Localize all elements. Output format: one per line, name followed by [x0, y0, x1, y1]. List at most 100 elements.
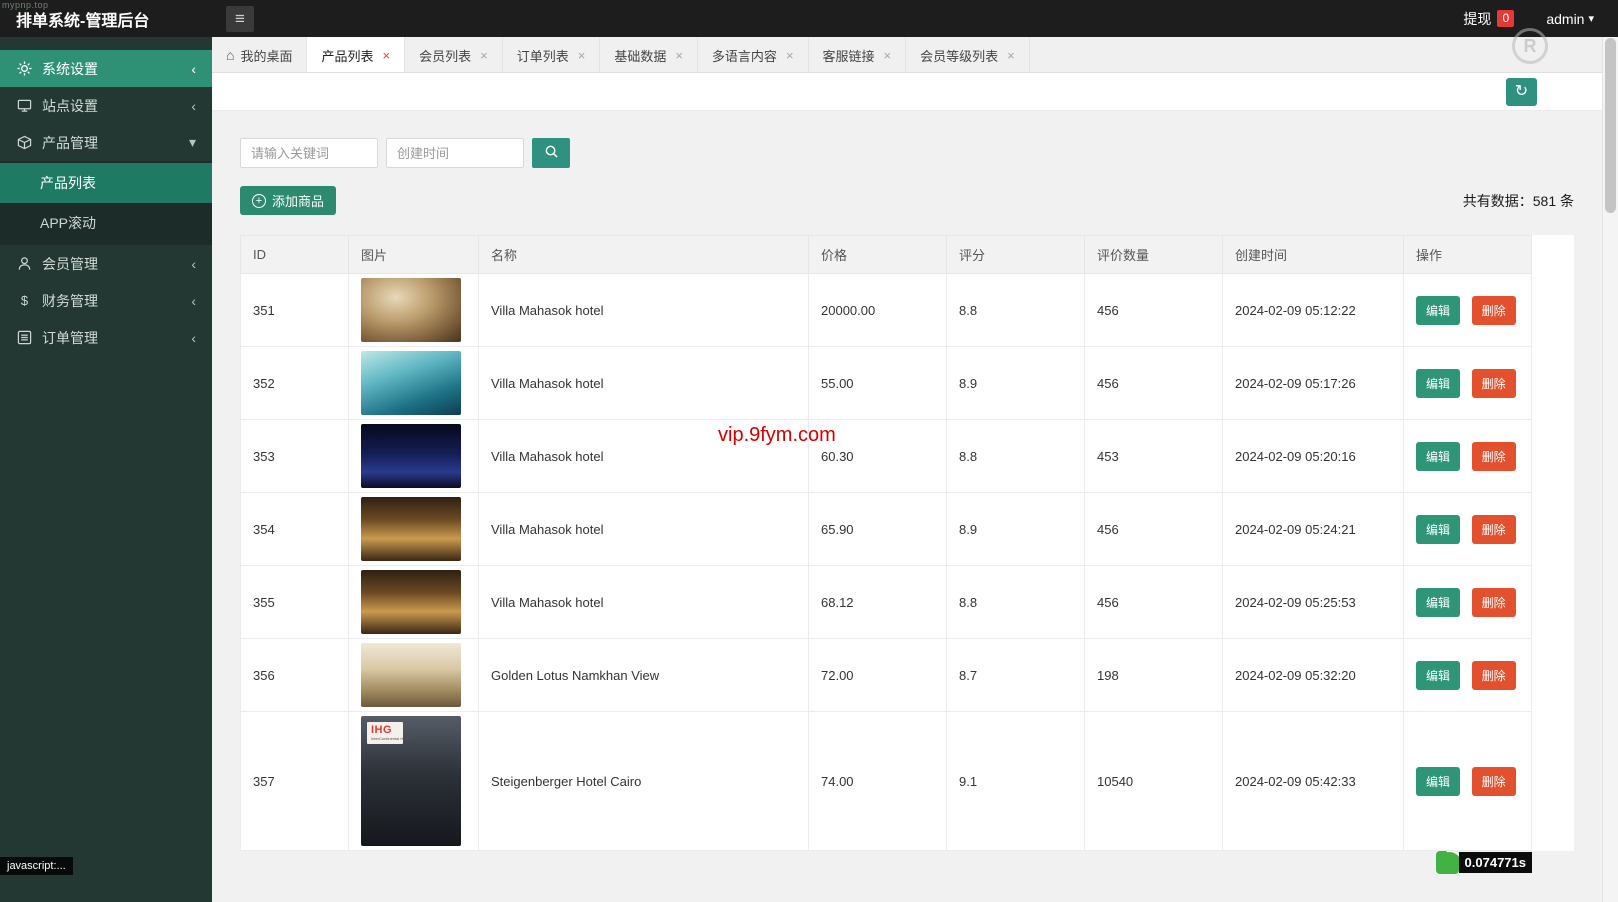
status-link-tooltip: javascript:... [0, 857, 73, 875]
close-icon[interactable]: × [786, 48, 794, 63]
column-header-id: ID [241, 236, 349, 274]
app-title: 排单系统-管理后台 [0, 7, 212, 31]
delete-button[interactable]: 删除 [1472, 588, 1516, 617]
sidebar-item-product-list[interactable]: 产品列表 [0, 163, 212, 203]
tab[interactable]: ⌂ 产品列表 × [307, 37, 405, 73]
close-icon[interactable]: × [1007, 48, 1015, 63]
create-time-input[interactable] [386, 138, 524, 168]
product-thumbnail[interactable] [361, 643, 461, 707]
tab[interactable]: ⌂ 基础数据 × [600, 37, 698, 73]
vertical-scrollbar[interactable] [1602, 37, 1618, 902]
delete-button[interactable]: 删除 [1472, 442, 1516, 471]
sidebar-item-label: 订单管理 [42, 328, 98, 348]
keyword-input[interactable] [240, 138, 378, 168]
cell-image [349, 639, 479, 712]
sidebar-item-label: 系统设置 [42, 59, 98, 79]
edit-button[interactable]: 编辑 [1416, 369, 1460, 398]
close-icon[interactable]: × [480, 48, 488, 63]
add-product-label: 添加商品 [272, 191, 324, 210]
cell-id: 357 [241, 712, 349, 851]
speed-icon [1436, 851, 1459, 874]
product-table: ID 图片 名称 价格 评分 评价数量 创建时间 操作 351 [240, 235, 1532, 851]
add-product-button[interactable]: + 添加商品 [240, 186, 336, 215]
sidebar-item-label: 财务管理 [42, 291, 98, 311]
edit-button[interactable]: 编辑 [1416, 661, 1460, 690]
table-row: 353 Villa Mahasok hotel 60.30 8.8 [241, 420, 1532, 493]
sidebar-item-site-settings[interactable]: 站点设置 ‹ [0, 87, 212, 124]
sidebar: 系统设置 ‹ 站点设置 ‹ 产品管理 ▾ 产品列表 APP滚动 会员管理 ‹ $… [0, 37, 212, 902]
search-button[interactable] [532, 138, 570, 168]
delete-button[interactable]: 删除 [1472, 661, 1516, 690]
tab[interactable]: ⌂ 会员等级列表 × [906, 37, 1030, 73]
delete-button[interactable]: 删除 [1472, 515, 1516, 544]
product-submenu: 产品列表 APP滚动 [0, 161, 212, 245]
menu-toggle-button[interactable]: ≡ [226, 6, 254, 32]
sidebar-item-label: 站点设置 [42, 96, 98, 116]
tab[interactable]: ⌂ 订单列表 × [503, 37, 601, 73]
cell-score: 8.9 [947, 347, 1085, 420]
close-icon[interactable]: × [675, 48, 683, 63]
tab-label: 基础数据 [614, 46, 666, 65]
delete-button[interactable]: 删除 [1472, 767, 1516, 796]
delete-button[interactable]: 删除 [1472, 369, 1516, 398]
refresh-button[interactable]: ↻ [1506, 78, 1537, 106]
product-thumbnail[interactable] [361, 497, 461, 561]
cell-score: 8.8 [947, 420, 1085, 493]
product-thumbnail[interactable]: IHG InterContinental Hotel [361, 716, 461, 846]
delete-button[interactable]: 删除 [1472, 296, 1516, 325]
product-thumbnail[interactable] [361, 278, 461, 342]
sidebar-item-system-settings[interactable]: 系统设置 ‹ [0, 50, 212, 87]
column-header-image: 图片 [349, 236, 479, 274]
cell-name: Villa Mahasok hotel [479, 566, 809, 639]
edit-button[interactable]: 编辑 [1416, 296, 1460, 325]
cell-price: 72.00 [809, 639, 947, 712]
close-icon[interactable]: × [383, 48, 391, 63]
cell-review-count: 456 [1085, 493, 1223, 566]
sidebar-item-order-management[interactable]: 订单管理 ‹ [0, 319, 212, 356]
page-timer: 0.074771s [1436, 851, 1532, 874]
tab[interactable]: ⌂ 会员列表 × [405, 37, 503, 73]
cell-review-count: 456 [1085, 274, 1223, 347]
home-icon: ⌂ [226, 47, 234, 63]
chevron-left-icon: ‹ [191, 293, 196, 309]
sidebar-item-label: 产品管理 [42, 133, 98, 153]
sidebar-item-product-management[interactable]: 产品管理 ▾ [0, 124, 212, 161]
tab-label: 产品列表 [321, 46, 373, 65]
product-thumbnail[interactable] [361, 424, 461, 488]
product-thumbnail[interactable] [361, 570, 461, 634]
sidebar-item-app-scroll[interactable]: APP滚动 [0, 203, 212, 243]
product-thumbnail[interactable] [361, 351, 461, 415]
cell-name: Villa Mahasok hotel [479, 347, 809, 420]
edit-button[interactable]: 编辑 [1416, 767, 1460, 796]
tab-label: 会员等级列表 [920, 46, 998, 65]
sidebar-item-member-management[interactable]: 会员管理 ‹ [0, 245, 212, 282]
tab[interactable]: ⌂ 多语言内容 × [698, 37, 809, 73]
close-icon[interactable]: × [884, 48, 892, 63]
edit-button[interactable]: 编辑 [1416, 442, 1460, 471]
cell-score: 8.8 [947, 274, 1085, 347]
table-row: 352 Villa Mahasok hotel 55.00 8.9 [241, 347, 1532, 420]
cell-review-count: 453 [1085, 420, 1223, 493]
cell-id: 351 [241, 274, 349, 347]
cell-image [349, 347, 479, 420]
cell-created: 2024-02-09 05:24:21 [1223, 493, 1404, 566]
registered-logo-icon: R [1512, 28, 1548, 64]
hotel-logo-subtext: InterContinental Hotel [371, 736, 399, 741]
close-icon[interactable]: × [578, 48, 586, 63]
cell-review-count: 10540 [1085, 712, 1223, 851]
tab[interactable]: ⌂ 客服链接 × [809, 37, 907, 73]
cell-review-count: 198 [1085, 639, 1223, 712]
cell-actions: 编辑 删除 [1404, 639, 1532, 712]
cell-actions: 编辑 删除 [1404, 712, 1532, 851]
user-menu[interactable]: admin ▾ [1546, 11, 1594, 27]
tab[interactable]: ⌂ 我的桌面 × [212, 37, 307, 73]
scrollbar-thumb[interactable] [1605, 38, 1616, 213]
sidebar-item-finance-management[interactable]: $ 财务管理 ‹ [0, 282, 212, 319]
gear-icon [16, 61, 33, 76]
edit-button[interactable]: 编辑 [1416, 515, 1460, 544]
withdraw-button[interactable]: 提现 [1463, 9, 1491, 29]
cell-id: 354 [241, 493, 349, 566]
cell-image [349, 420, 479, 493]
edit-button[interactable]: 编辑 [1416, 588, 1460, 617]
cell-created: 2024-02-09 05:25:53 [1223, 566, 1404, 639]
